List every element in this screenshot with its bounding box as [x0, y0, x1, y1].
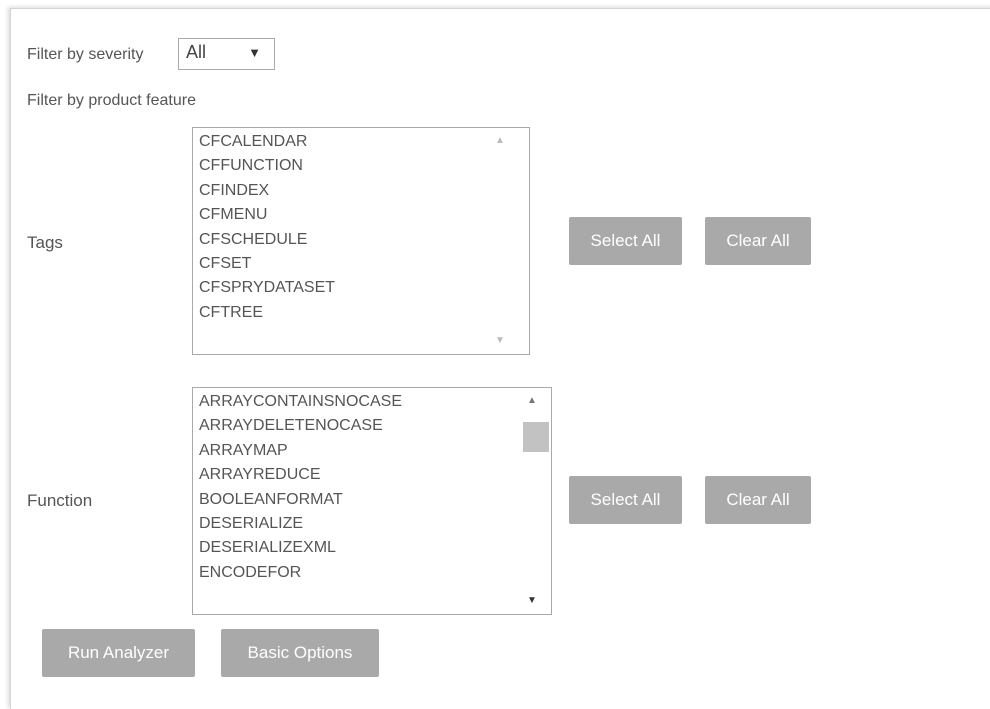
list-item[interactable]: CFSPRYDATASET [199, 276, 335, 300]
scroll-down-arrow-icon[interactable]: ▼ [519, 591, 545, 611]
list-item[interactable]: CFCALENDAR [199, 130, 335, 154]
list-item[interactable]: DESERIALIZEXML [199, 536, 402, 560]
severity-filter-label: Filter by severity [27, 46, 144, 63]
list-item[interactable]: CFSET [199, 252, 335, 276]
product-feature-filter-label: Filter by product feature [27, 92, 196, 109]
list-item[interactable]: ENCODEFOR [199, 561, 402, 585]
scroll-down-arrow-icon[interactable]: ▼ [487, 331, 513, 351]
basic-options-button[interactable]: Basic Options [221, 629, 379, 677]
tags-listbox[interactable]: CFCALENDAR CFFUNCTION CFINDEX CFMENU CFS… [192, 127, 530, 355]
list-item[interactable]: CFMENU [199, 203, 335, 227]
run-analyzer-button[interactable]: Run Analyzer [42, 629, 195, 677]
tags-clear-all-button[interactable]: Clear All [705, 217, 811, 265]
list-item[interactable]: ARRAYCONTAINSNOCASE [199, 390, 402, 414]
tags-select-all-button[interactable]: Select All [569, 217, 682, 265]
function-select-all-button[interactable]: Select All [569, 476, 682, 524]
scroll-up-arrow-icon[interactable]: ▲ [519, 391, 545, 411]
list-item[interactable]: CFSCHEDULE [199, 228, 335, 252]
function-label: Function [27, 491, 93, 510]
tags-label: Tags [27, 233, 63, 252]
severity-select-value: All [186, 42, 207, 62]
list-item[interactable]: ARRAYREDUCE [199, 463, 402, 487]
function-scrollbar[interactable]: ▲ ▼ [519, 389, 549, 613]
function-listbox[interactable]: ARRAYCONTAINSNOCASE ARRAYDELETENOCASE AR… [192, 387, 552, 615]
list-item[interactable]: CFTREE [199, 301, 335, 325]
list-item[interactable]: BOOLEANFORMAT [199, 488, 402, 512]
list-item[interactable]: DESERIALIZE [199, 512, 402, 536]
chevron-down-icon: ▼ [248, 45, 261, 60]
severity-select[interactable]: All ▼ [178, 38, 275, 70]
list-item[interactable]: CFINDEX [199, 179, 335, 203]
scrollbar-thumb[interactable] [523, 422, 549, 452]
tags-scrollbar[interactable]: ▲ ▼ [487, 129, 513, 353]
scroll-up-arrow-icon[interactable]: ▲ [487, 131, 513, 151]
list-item[interactable]: ARRAYDELETENOCASE [199, 414, 402, 438]
list-item[interactable]: ARRAYMAP [199, 439, 402, 463]
list-item[interactable]: CFFUNCTION [199, 154, 335, 178]
function-clear-all-button[interactable]: Clear All [705, 476, 811, 524]
